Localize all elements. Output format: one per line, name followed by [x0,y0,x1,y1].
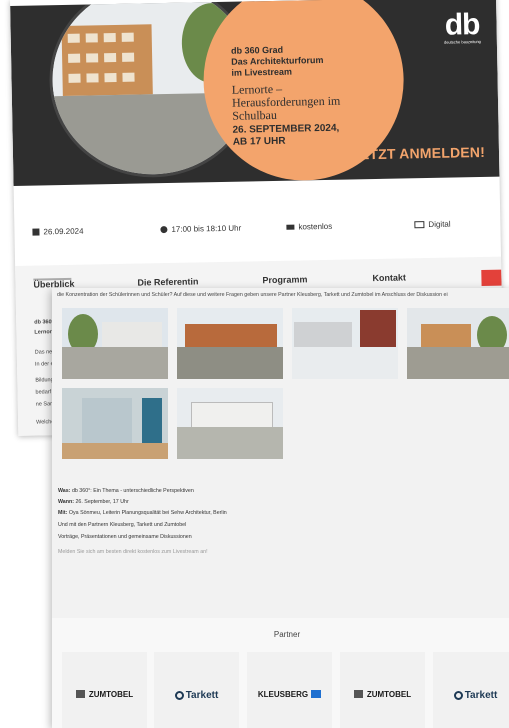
detail-partners: Und mit den Partnern Kleusberg, Tarkett … [58,522,187,528]
tab-speaker[interactable]: Die Referentin [137,276,198,287]
detail-wann-text: 26. September, 17 Uhr [73,499,129,505]
detail-mit-label: Mit: [58,510,68,516]
info-time-text: 17:00 bis 18:10 Uhr [171,223,242,234]
clock-icon [160,226,168,234]
banner-date: 26. SEPTEMBER 2024, AB 17 UHR [232,122,340,148]
partner-section: Partner ZUMTOBEL Tarkett KLEUSBERG ZUMTO… [52,618,509,728]
gallery-image[interactable] [292,308,398,379]
tab-contact[interactable]: Kontakt [372,272,406,283]
info-format: Digital [414,219,451,230]
overview-line: In der e [34,361,54,368]
zumtobel-logo-icon [75,690,85,698]
detail-was-text: db 360°: Ein Thema - unterschiedliche Pe… [70,488,194,494]
register-hint[interactable]: Melden Sie sich am besten direkt kostenl… [58,549,208,555]
partner-name: Tarkett [185,690,219,701]
banner-title: db 360 Grad Das Architekturforum im Live… [230,44,324,78]
tab-program[interactable]: Programm [262,274,307,285]
partner-card-zumtobel[interactable]: ZUMTOBEL [340,652,425,728]
info-date-text: 26.09.2024 [43,226,84,237]
intro-text: die Konzentration der Schülerinnen und S… [57,292,448,298]
partner-name: Tarkett [464,690,498,701]
event-banner[interactable]: db 360 Grad Das Architekturforum im Live… [10,0,500,186]
event-info-row: 26.09.2024 17:00 bis 18:10 Uhr kostenlos… [32,219,492,244]
tarkett-logo-icon [453,691,463,700]
partner-card-zumtobel[interactable]: ZUMTOBEL [62,652,147,728]
db-logo: db deutsche bauzeitung [443,7,481,45]
tarkett-logo-icon [174,691,184,700]
info-format-text: Digital [428,219,451,230]
detail-mit-text: Oya Sönmeu, Leiterin Planungsqualität be… [67,510,227,516]
info-time: 17:00 bis 18:10 Uhr [160,224,241,235]
detail-was-label: Was: [58,488,71,494]
calendar-icon [32,228,40,236]
gallery-image[interactable] [407,308,509,379]
overview-heading-1: db 360° [34,319,54,326]
gallery-image[interactable] [177,388,283,459]
detail-formats: Vorträge, Präsentationen und gemeinsame … [58,534,192,540]
partner-card-tarkett[interactable]: Tarkett [433,652,509,728]
info-price-text: kostenlos [298,221,333,232]
red-action-tab[interactable] [481,269,502,286]
info-date: 26.09.2024 [32,226,84,237]
logo-subtext: deutsche bauzeitung [443,38,481,45]
info-price: kostenlos [286,222,332,232]
ticket-icon [286,224,295,230]
detail-was: Was: db 360°: Ein Thema - unterschiedlic… [58,488,194,494]
detail-mit: Mit: Oya Sönmeu, Leiterin Planungsqualit… [58,510,227,516]
gallery-image[interactable] [62,388,168,459]
partner-name: ZUMTOBEL [88,690,134,699]
laptop-icon [414,221,425,229]
register-cta[interactable]: JETZT ANMELDEN! [352,144,485,163]
logo-text: db [444,7,480,42]
event-page-front: die Konzentration der Schülerinnen und S… [52,288,509,728]
partner-heading: Partner [273,630,301,639]
gallery-image[interactable] [177,308,283,379]
banner-subtitle: Lernorte – Herausforderungen im Schulbau [231,81,341,123]
detail-wann-label: Wann: [58,499,74,505]
zumtobel-logo-icon [353,690,363,698]
overview-heading-2: Lernort [34,329,54,336]
gallery-image[interactable] [62,308,168,379]
kleusberg-logo-icon [311,690,322,698]
partner-card-tarkett[interactable]: Tarkett [154,652,239,728]
partner-card-kleusberg[interactable]: KLEUSBERG [247,652,332,728]
partner-name: ZUMTOBEL [366,690,412,699]
partner-name: KLEUSBERG [257,690,309,699]
overview-line: Bildung [35,377,54,384]
detail-wann: Wann: 26. September, 17 Uhr [58,499,129,505]
